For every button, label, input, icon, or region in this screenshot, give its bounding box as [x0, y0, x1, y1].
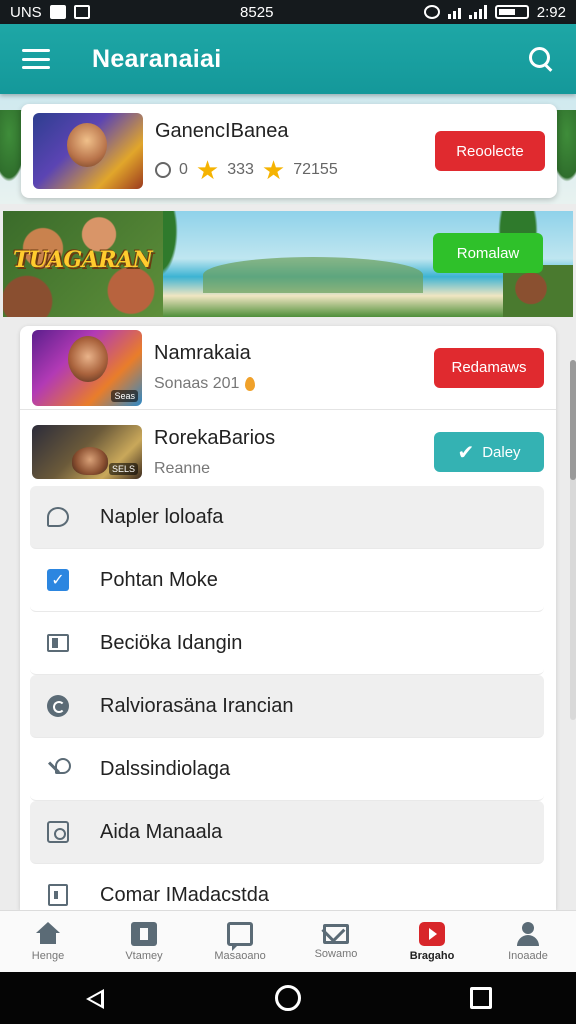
game-title: Namrakaia [154, 342, 251, 364]
wifi-icon [447, 5, 461, 19]
nav-item-profile[interactable]: Inoaade [483, 921, 573, 962]
nav-item-home[interactable]: Henge [3, 921, 93, 962]
rating-value: 333 [227, 160, 254, 178]
folder-icon [44, 629, 72, 657]
checkbox-icon: ✓ [44, 566, 72, 594]
status-right: 2:92 [423, 3, 566, 21]
refresh-icon [44, 692, 72, 720]
menu-item-label: Napler loloafa [100, 505, 224, 528]
nav-label: Masaoano [214, 949, 266, 962]
menu-item-label: Comar IMadacstda [100, 883, 269, 906]
bag-icon [131, 921, 157, 946]
menu-item[interactable]: ✓ Pohtan Moke [30, 549, 544, 612]
menu-item[interactable]: Comar IMadacstda [30, 864, 544, 910]
message-icon [73, 5, 90, 19]
scrollbar-thumb[interactable] [570, 360, 576, 480]
featured-game-card[interactable]: GanencIBanea 0 ★ 333 ★ 72155 Reoolecte [21, 104, 557, 198]
back-icon[interactable] [84, 987, 106, 1009]
game-subtitle-row: Reanne [154, 460, 434, 478]
rating-count: 72155 [293, 160, 338, 178]
nav-label: Vtamey [125, 949, 163, 962]
featured-game-title: GanencIBanea [155, 119, 289, 142]
nav-item-videos[interactable]: Bragaho [387, 921, 477, 962]
game-subtitle: Reanne [154, 459, 211, 477]
recent-apps-icon[interactable] [469, 987, 492, 1009]
banner-logo: TUAGARAN [13, 247, 153, 273]
menu-item-label: Dalssindiolaga [100, 757, 231, 780]
search-icon[interactable] [528, 46, 554, 72]
nav-item-mail[interactable]: Sowamo [291, 923, 381, 960]
status-bar: UNS 8525 2:92 [0, 0, 576, 24]
banner-action-button[interactable]: Romalaw [433, 233, 543, 273]
chat-icon [227, 921, 253, 951]
link-icon [44, 755, 72, 783]
nav-label: Henge [31, 949, 65, 962]
game-subtitle-row: Sonaas 201 [154, 375, 434, 393]
star-icon: ★ [261, 154, 286, 185]
menu-item-label: Ralviorasäna Irancian [100, 694, 294, 717]
game-thumbnail[interactable]: Seas [32, 329, 142, 406]
game-subtitle: Sonaas 201 [154, 375, 240, 392]
game-play-button-label: Daley [482, 443, 521, 461]
user-icon [515, 921, 541, 946]
flame-icon [245, 377, 256, 391]
game-info: Namrakaia Sonaas 201 [154, 342, 434, 393]
nav-label: Inoaade [508, 949, 548, 962]
hamburger-menu-icon[interactable] [22, 49, 50, 69]
comment-icon [155, 161, 171, 178]
game-title: RorekaBarios [154, 426, 276, 449]
menu-item-label: Beciöka Idangin [100, 631, 243, 654]
status-left: UNS [10, 4, 90, 21]
game-row[interactable]: SELS RorekaBarios Reanne ✔ Daley [20, 410, 556, 494]
promo-banner[interactable]: TUAGARAN Romalaw [3, 211, 573, 317]
comment-count: 0 [179, 160, 188, 178]
game-row[interactable]: Seas Namrakaia Sonaas 201 Redamaws [20, 326, 556, 410]
nav-label: Bragaho [409, 949, 455, 962]
bottom-navigation: Henge Vtamey Masaoano Sowamo Bragaho Ino… [0, 910, 576, 972]
app-bar: Nearanaiai [0, 24, 576, 94]
menu-item[interactable]: Napler loloafa [30, 486, 544, 549]
video-icon [419, 921, 445, 946]
system-navigation-bar [0, 972, 576, 1024]
status-clock: 2:92 [536, 3, 566, 21]
thumbnail-tag: Seas [111, 389, 138, 402]
menu-item[interactable]: Aida Manaala [30, 801, 544, 864]
game-thumbnail[interactable]: SELS [32, 425, 142, 479]
check-mark-icon: ✔ [457, 441, 475, 464]
games-list-card: Seas Namrakaia Sonaas 201 Redamaws SELS … [20, 326, 556, 910]
menu-list: Napler loloafa ✓ Pohtan Moke Beciöka Ida… [30, 486, 544, 910]
featured-game-thumbnail[interactable] [33, 113, 143, 189]
signal-icon [468, 5, 487, 19]
game-action-button[interactable]: Redamaws [434, 347, 544, 388]
banner-hills [203, 257, 423, 293]
status-left-text: UNS [10, 3, 42, 21]
featured-game-meta: 0 ★ 333 ★ 72155 [155, 157, 435, 183]
featured-game-info: GanencIBanea 0 ★ 333 ★ 72155 [155, 120, 435, 183]
star-icon: ★ [195, 154, 220, 185]
featured-action-button[interactable]: Reoolecte [435, 131, 545, 171]
nav-item-messages[interactable]: Masaoano [195, 921, 285, 962]
app-title: Nearanaiai [92, 44, 222, 73]
home-icon [35, 921, 61, 946]
scrollbar[interactable] [570, 360, 576, 720]
menu-item-label: Pohtan Moke [100, 568, 218, 591]
thumbnail-tag: SELS [108, 463, 138, 475]
bug-icon [423, 5, 440, 19]
menu-item[interactable]: Dalssindiolaga [30, 738, 544, 801]
chat-icon [44, 503, 72, 531]
menu-item[interactable]: Ralviorasäna Irancian [30, 675, 544, 738]
document-icon [44, 881, 72, 909]
menu-item-label: Aida Manaala [100, 820, 223, 843]
box-icon [44, 818, 72, 846]
nav-item-store[interactable]: Vtamey [99, 921, 189, 962]
status-center-time: 8525 [240, 3, 274, 21]
nav-label: Sowamo [314, 947, 358, 960]
game-info: RorekaBarios Reanne [154, 427, 434, 478]
battery-icon [494, 5, 529, 19]
home-button-icon[interactable] [274, 985, 301, 1011]
mail-icon [323, 923, 349, 944]
menu-item[interactable]: Beciöka Idangin [30, 612, 544, 675]
notification-icon [49, 5, 66, 19]
game-play-button[interactable]: ✔ Daley [434, 432, 544, 472]
